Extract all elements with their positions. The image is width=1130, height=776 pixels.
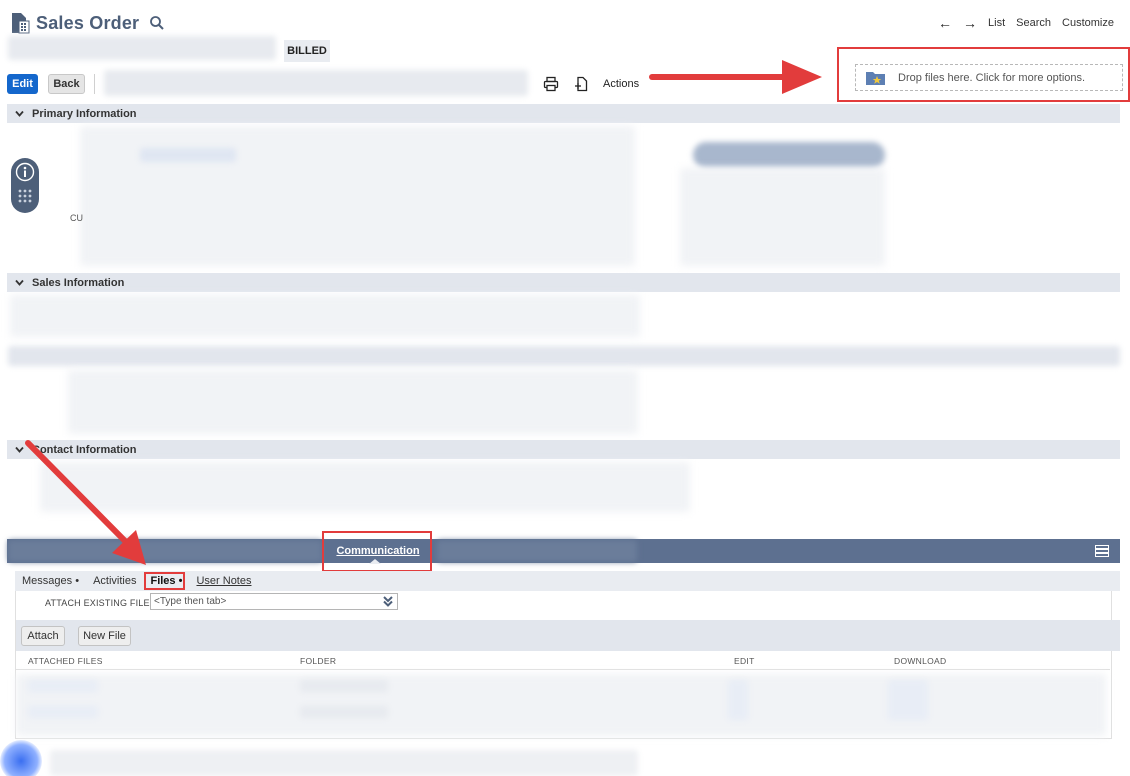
section-title: Sales Information [32,276,125,289]
arrow-left-icon[interactable]: ← [938,16,952,30]
subtab-user-notes[interactable]: User Notes [189,575,258,587]
redacted-file-link-2 [28,706,98,718]
chat-bubble[interactable] [0,740,42,776]
dial-pad-icon[interactable] [17,188,33,204]
column-header-attached-files[interactable]: ATTACHED FILES [28,656,103,666]
list-link[interactable]: List [988,17,1005,29]
redacted-file-rows [16,674,1106,736]
dropzone-text: Drop files here. Click for more options. [898,71,1086,84]
redacted-toolbar-buttons [104,70,528,96]
new-file-button[interactable]: New File [78,626,131,646]
subtab-messages[interactable]: Messages • [15,575,86,587]
double-chevron-down-icon[interactable] [383,596,393,607]
arrow-right-icon[interactable]: → [963,16,977,30]
redacted-meta [8,36,276,60]
redacted-summary-header [693,142,885,168]
search-link[interactable]: Search [1016,17,1051,29]
print-icon[interactable] [543,76,559,92]
chevron-down-icon [15,110,24,117]
redacted-sales-fields [10,295,640,337]
column-header-download[interactable]: DOWNLOAD [894,656,946,666]
redacted-primary-fields [80,126,635,266]
section-title: Contact Information [32,443,137,456]
redacted-folder-2 [300,706,388,718]
files-button-strip [16,620,1120,651]
files-highlight [144,572,185,590]
redacted-edit-links [728,680,748,720]
redacted-footer-buttons [50,750,638,776]
attach-button[interactable]: Attach [21,626,65,646]
redacted-sales-fields-2 [68,370,638,434]
back-button[interactable]: Back [48,74,85,94]
new-document-icon[interactable] [574,76,590,92]
redacted-file-link-1 [28,680,98,692]
attach-existing-label: ATTACH EXISTING FILES [45,598,156,608]
redacted-tab-labels-left [8,540,322,562]
communication-highlight [322,531,432,572]
record-navigation: ← → List Search Customize [938,16,1114,30]
actions-menu[interactable]: Actions [603,78,639,90]
search-icon[interactable] [149,15,165,31]
column-header-folder[interactable]: FOLDER [300,656,336,666]
attach-placeholder: <Type then tab> [154,596,227,607]
attach-existing-input[interactable]: <Type then tab> [150,593,398,610]
redacted-download-links [888,680,928,720]
redacted-folder-1 [300,680,388,692]
section-sales-information[interactable]: Sales Information [7,273,1120,292]
table-header-divider [16,669,1110,670]
chevron-down-icon [15,279,24,286]
redacted-primary-link [140,148,236,162]
sales-order-icon [12,13,30,34]
info-icon[interactable] [15,162,35,182]
arrow-to-dropzone [649,60,822,94]
chevron-down-icon [15,446,24,453]
customize-link[interactable]: Customize [1062,17,1114,29]
info-quick-panel[interactable] [11,158,39,213]
subtab-activities[interactable]: Activities [86,575,143,587]
redacted-summary-box [680,168,885,266]
page-title: Sales Order [36,12,140,33]
page-header: Sales Order [10,12,165,34]
redacted-section-header [8,346,1120,366]
redacted-tab-labels-right [437,540,637,562]
field-label-fragment: CU [70,213,83,223]
section-contact-information[interactable]: Contact Information [7,440,1120,459]
edit-button[interactable]: Edit [7,74,38,94]
section-title: Primary Information [32,107,137,120]
toolbar-divider [94,74,95,94]
column-header-edit[interactable]: EDIT [734,656,755,666]
status-badge: BILLED [284,40,330,62]
redacted-contact-fields [40,462,690,512]
file-dropzone[interactable]: Drop files here. Click for more options. [855,64,1123,91]
folder-star-icon [866,71,885,85]
hamburger-menu-icon[interactable] [1095,545,1109,557]
section-primary-information[interactable]: Primary Information [7,104,1120,123]
